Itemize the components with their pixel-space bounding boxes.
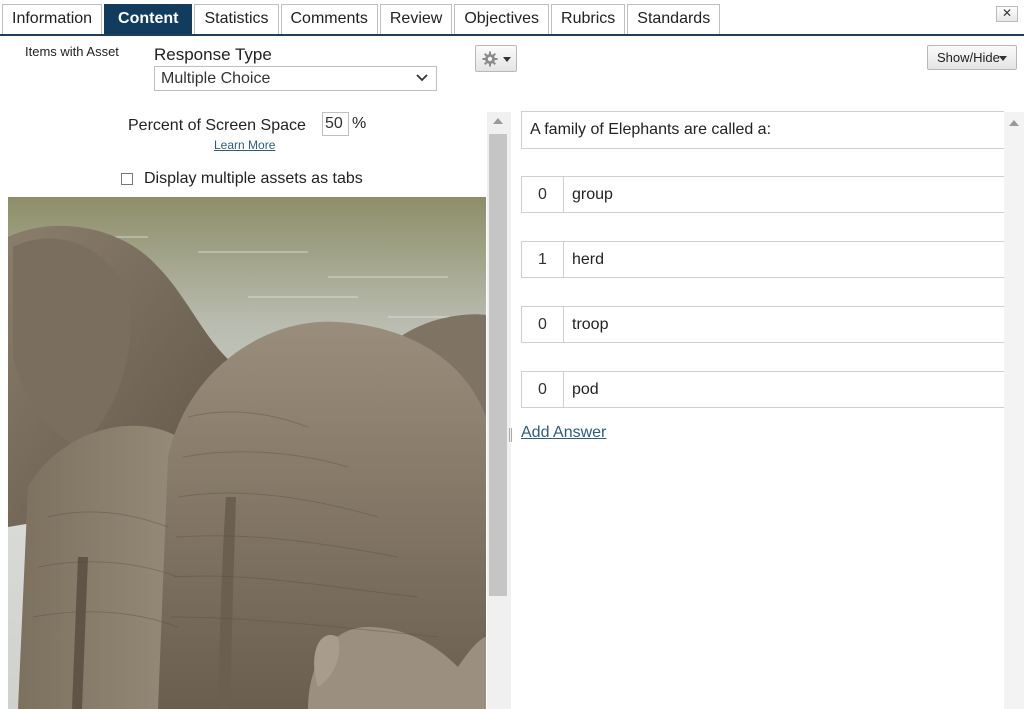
response-type-label: Response Type (154, 45, 272, 64)
display-assets-as-tabs-label: Display multiple assets as tabs (144, 170, 363, 187)
panel-splitter-handle[interactable] (509, 428, 512, 442)
tab-standards[interactable]: Standards (627, 4, 721, 34)
answer-score-input[interactable]: 1 (521, 241, 564, 278)
tab-content[interactable]: Content (104, 4, 193, 34)
tab-statistics[interactable]: Statistics (194, 4, 279, 34)
show-hide-label: Show/Hide (937, 50, 1000, 65)
answer-text-input[interactable]: pod (564, 371, 1004, 408)
answer-row: 0 troop (521, 306, 1004, 343)
display-assets-as-tabs-checkbox[interactable] (121, 173, 133, 185)
learn-more-link[interactable]: Learn More (214, 138, 275, 152)
percent-screen-space-label: Percent of Screen Space (128, 117, 306, 134)
question-text-field[interactable]: A family of Elephants are called a: (521, 111, 1004, 149)
answer-score-input[interactable]: 0 (521, 371, 564, 408)
caret-down-icon (503, 57, 511, 62)
answer-score-input[interactable]: 0 (521, 176, 564, 213)
answer-row: 1 herd (521, 241, 1004, 278)
add-answer-link[interactable]: Add Answer (521, 424, 606, 442)
percent-screen-space-input[interactable]: 50 (322, 112, 349, 136)
tab-bar: Information Content Statistics Comments … (0, 0, 1024, 36)
gear-icon (482, 51, 498, 67)
scrollbar-thumb[interactable] (489, 134, 507, 596)
asset-panel-scrollbar[interactable] (487, 112, 511, 709)
response-type-value: Multiple Choice (161, 70, 271, 87)
response-type-select[interactable]: Multiple Choice (154, 66, 437, 91)
answer-score-input[interactable]: 0 (521, 306, 564, 343)
tab-rubrics[interactable]: Rubrics (551, 4, 626, 34)
answer-row: 0 pod (521, 371, 1004, 408)
tab-information[interactable]: Information (2, 4, 103, 34)
tab-comments[interactable]: Comments (280, 4, 378, 34)
close-icon[interactable]: ✕ (996, 6, 1018, 22)
tab-review[interactable]: Review (379, 4, 453, 34)
answer-text-input[interactable]: troop (564, 306, 1004, 343)
settings-button[interactable] (475, 45, 517, 72)
answer-row: 0 group (521, 176, 1004, 213)
scroll-up-arrow-icon[interactable] (493, 118, 503, 124)
elephant-photo-icon (8, 197, 486, 709)
question-panel-scrollbar[interactable] (1004, 112, 1024, 709)
tab-objectives[interactable]: Objectives (454, 4, 550, 34)
answer-text-input[interactable]: herd (564, 241, 1004, 278)
items-with-asset-label: Items with Asset (25, 44, 119, 59)
scroll-up-arrow-icon[interactable] (1009, 120, 1019, 126)
percent-unit: % (352, 115, 367, 132)
chevron-down-icon (416, 74, 428, 82)
tab-list: Information Content Statistics Comments … (2, 4, 721, 34)
show-hide-button[interactable]: Show/Hide (927, 45, 1017, 70)
elephant-asset-image (8, 197, 486, 709)
answer-text-input[interactable]: group (564, 176, 1004, 213)
caret-down-icon (999, 56, 1007, 61)
